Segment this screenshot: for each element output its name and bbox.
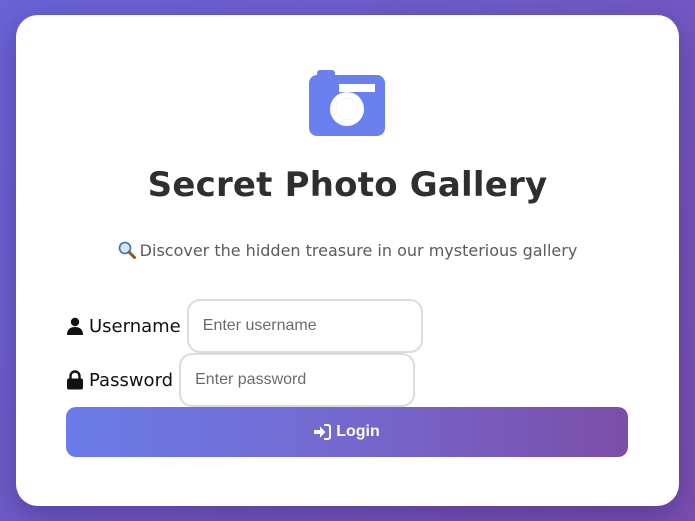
username-label-text: Username bbox=[89, 315, 181, 337]
password-input[interactable] bbox=[179, 353, 416, 407]
username-input[interactable] bbox=[186, 299, 423, 353]
user-icon bbox=[67, 317, 83, 335]
magnifying-glass-icon bbox=[118, 241, 136, 259]
login-button-label: Login bbox=[336, 423, 380, 440]
lock-icon bbox=[67, 370, 83, 390]
subtitle-text: Discover the hidden treasure in our myst… bbox=[139, 241, 578, 260]
password-label-text: Password bbox=[89, 369, 174, 391]
sign-in-icon bbox=[314, 424, 332, 440]
camera-icon bbox=[309, 70, 385, 136]
password-label: Password bbox=[66, 370, 173, 391]
page-subtitle: Discover the hidden treasure in our myst… bbox=[16, 241, 679, 260]
password-row: Password bbox=[66, 353, 416, 407]
login-button[interactable]: Login bbox=[66, 407, 628, 457]
page-title: Secret Photo Gallery bbox=[147, 165, 548, 205]
username-row: Username bbox=[66, 299, 423, 353]
username-label: Username bbox=[66, 316, 181, 337]
login-card: Secret Photo Gallery Discover the hidden… bbox=[16, 15, 679, 506]
